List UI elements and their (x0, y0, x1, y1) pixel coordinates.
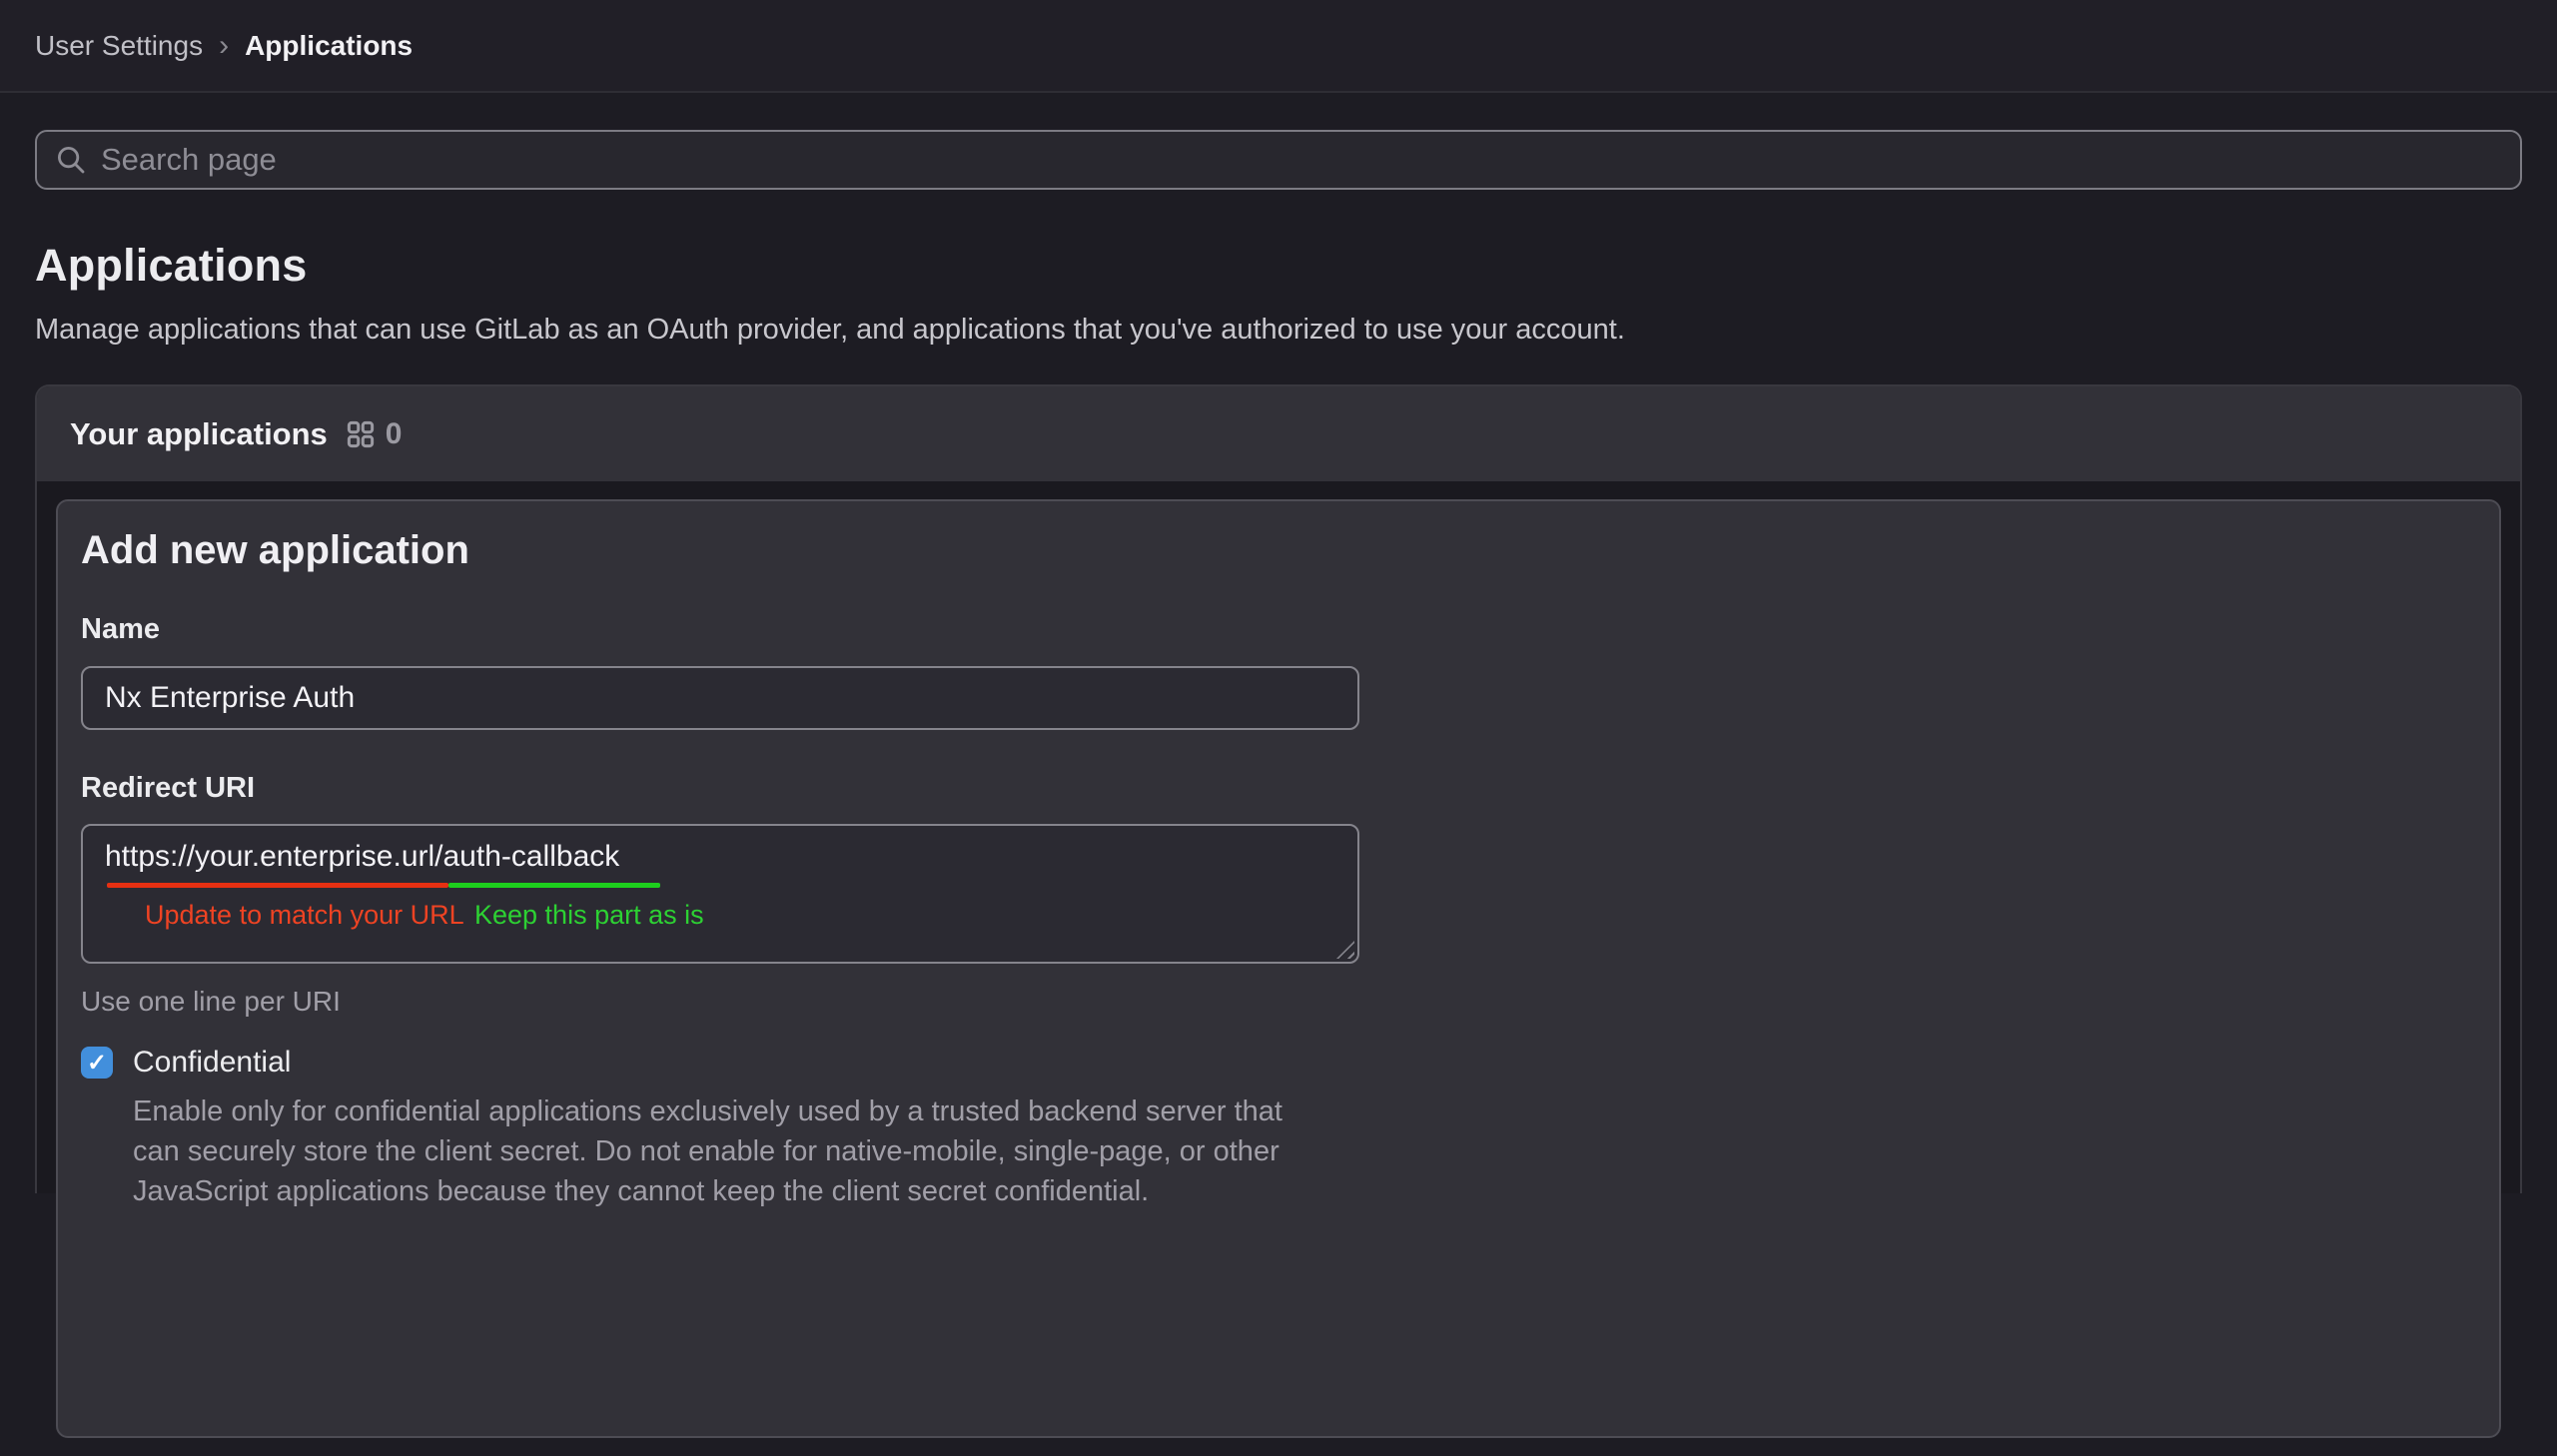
green-underline-annotation (448, 883, 660, 888)
search-input[interactable] (101, 132, 2502, 188)
applications-grid-icon (346, 419, 376, 449)
search-icon (55, 144, 87, 176)
confidential-help-line: can securely store the client secret. Do… (133, 1131, 2476, 1171)
breadcrumb-user-settings[interactable]: User Settings (35, 30, 203, 62)
name-label: Name (81, 613, 2476, 646)
red-underline-annotation (107, 883, 448, 888)
annotation-keep-part: Keep this part as is (474, 900, 704, 931)
redirect-uri-label: Redirect URI (81, 772, 2476, 805)
search-box[interactable] (35, 130, 2522, 190)
confidential-checkbox[interactable]: ✓ (81, 1047, 113, 1079)
confidential-row: ✓ Confidential (81, 1046, 2476, 1080)
redirect-uri-textarea[interactable]: https://your.enterprise.url/auth-callbac… (81, 824, 1359, 964)
breadcrumb-applications: Applications (245, 30, 413, 62)
your-applications-section: Your applications 0 Add new application … (35, 384, 2522, 1193)
card-heading: Add new application (81, 528, 2476, 573)
top-bar: User Settings › Applications (0, 0, 2557, 93)
section-body: Add new application Name Redirect URI ht… (37, 481, 2520, 1456)
page-content: Applications Manage applications that ca… (0, 130, 2557, 1193)
application-name-input[interactable] (81, 666, 1359, 730)
annotation-update-url: Update to match your URL (145, 900, 464, 931)
section-title: Your applications (70, 416, 328, 452)
page-title: Applications (35, 240, 2522, 292)
confidential-label[interactable]: Confidential (133, 1046, 291, 1080)
page-description: Manage applications that can use GitLab … (35, 314, 2522, 347)
redirect-uri-hint: Use one line per URI (81, 986, 2476, 1018)
confidential-help-text: Enable only for confidential application… (133, 1092, 2476, 1211)
breadcrumb-chevron-icon: › (219, 29, 229, 63)
applications-count-badge: 0 (386, 417, 403, 451)
confidential-help-line: Enable only for confidential application… (133, 1092, 2476, 1131)
textarea-resize-handle[interactable] (1336, 941, 1354, 959)
confidential-help-line: JavaScript applications because they can… (133, 1171, 2476, 1211)
your-applications-header: Your applications 0 (37, 386, 2520, 481)
add-new-application-card: Add new application Name Redirect URI ht… (56, 499, 2501, 1438)
redirect-uri-value: https://your.enterprise.url/auth-callbac… (105, 840, 619, 873)
